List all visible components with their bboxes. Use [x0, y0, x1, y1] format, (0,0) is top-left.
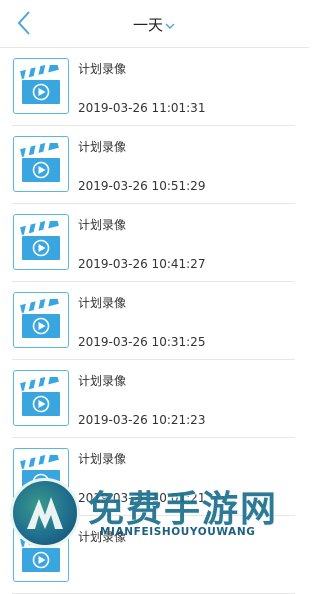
video-thumbnail	[13, 370, 69, 426]
recording-list-item[interactable]: 计划录像 2019-03-26 10:31:25	[12, 282, 295, 360]
recording-name: 计划录像	[78, 62, 127, 76]
clapperboard-play-icon	[20, 533, 60, 572]
clapperboard-play-icon	[20, 455, 60, 494]
clapperboard-play-icon	[20, 377, 60, 416]
date-range-selector[interactable]: 一天	[0, 14, 309, 35]
recording-list-item[interactable]: 计划录像 2019-03-26 10:41:27	[12, 204, 295, 282]
recording-list-item[interactable]: 计划录像 2019-03-26 10:21:23	[12, 360, 295, 438]
video-thumbnail	[13, 214, 69, 270]
recording-list: 计划录像 2019-03-26 11:01:31 计划录像 2019-03-26 10…	[0, 48, 309, 594]
recording-name: 计划录像	[78, 374, 127, 388]
recording-list-item[interactable]: 计划录像	[12, 516, 295, 594]
recording-timestamp: 2019-03-26 10:21:23	[78, 413, 206, 427]
recording-name: 计划录像	[78, 530, 127, 544]
recording-list-item[interactable]: 计划录像 2019-03-26 10:01:21	[12, 438, 295, 516]
recording-timestamp: 2019-03-26 10:01:21	[78, 491, 206, 505]
clapperboard-play-icon	[20, 221, 60, 260]
recording-list-item[interactable]: 计划录像 2019-03-26 10:51:29	[12, 126, 295, 204]
page-title: 一天	[132, 16, 163, 34]
recording-name: 计划录像	[78, 140, 127, 154]
chevron-down-icon	[164, 17, 176, 35]
video-thumbnail	[13, 448, 69, 504]
recording-timestamp: 2019-03-26 10:51:29	[78, 179, 206, 193]
recording-list-item[interactable]: 计划录像 2019-03-26 11:01:31	[12, 48, 295, 126]
top-navigation-bar: 一天	[0, 0, 309, 48]
recording-timestamp: 2019-03-26 10:31:25	[78, 335, 206, 349]
recording-timestamp: 2019-03-26 11:01:31	[78, 101, 206, 115]
clapperboard-play-icon	[20, 143, 60, 182]
clapperboard-play-icon	[20, 65, 60, 104]
video-thumbnail	[13, 136, 69, 192]
clapperboard-play-icon	[20, 299, 60, 338]
video-thumbnail	[13, 292, 69, 348]
recording-name: 计划录像	[78, 296, 127, 310]
video-thumbnail	[13, 58, 69, 114]
recording-name: 计划录像	[78, 452, 127, 466]
recording-timestamp: 2019-03-26 10:41:27	[78, 257, 206, 271]
video-thumbnail	[13, 526, 69, 582]
recording-name: 计划录像	[78, 218, 127, 232]
